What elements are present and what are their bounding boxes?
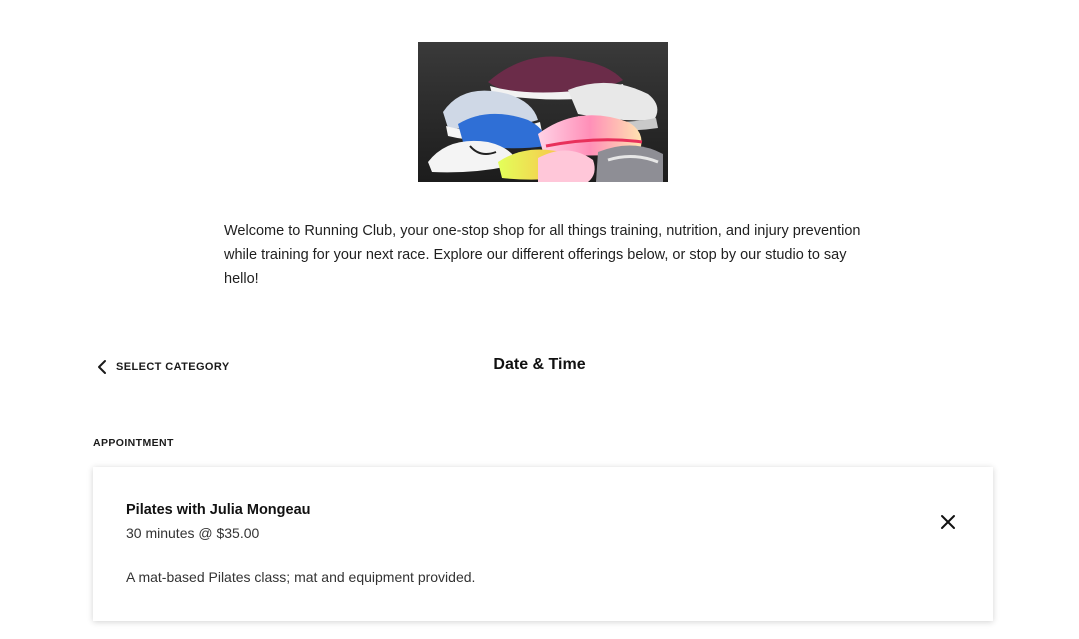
- hero-image-running-shoes: [418, 42, 668, 182]
- appointment-section-label: APPOINTMENT: [93, 437, 174, 449]
- appointment-description: A mat-based Pilates class; mat and equip…: [126, 569, 476, 585]
- appointment-card: Pilates with Julia Mongeau 30 minutes @ …: [93, 467, 993, 621]
- appointment-duration-price: 30 minutes @ $35.00: [126, 525, 260, 541]
- step-title: Date & Time: [493, 356, 586, 373]
- intro-text: Welcome to Running Club, your one-stop s…: [224, 223, 861, 287]
- appointment-name: Pilates with Julia Mongeau: [126, 502, 311, 518]
- running-shoes-illustration: [418, 42, 668, 182]
- close-icon[interactable]: [939, 513, 957, 531]
